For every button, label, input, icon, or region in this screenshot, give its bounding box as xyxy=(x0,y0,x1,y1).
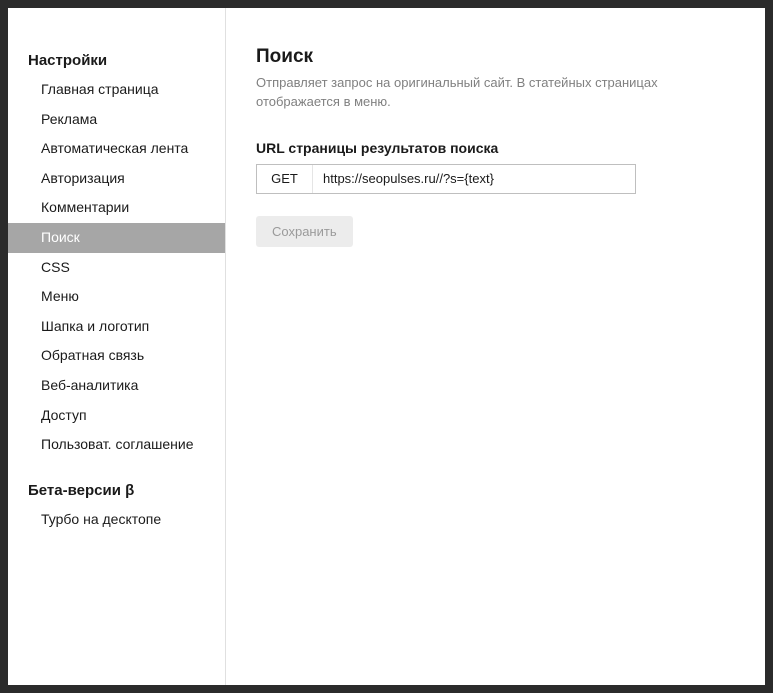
sidebar-item-feedback[interactable]: Обратная связь xyxy=(8,341,225,371)
sidebar-item-label: Доступ xyxy=(41,407,87,423)
sidebar-item-label: Шапка и логотип xyxy=(41,318,149,334)
sidebar-item-label: Обратная связь xyxy=(41,347,144,363)
sidebar-item-menu[interactable]: Меню xyxy=(8,282,225,312)
sidebar-section-title-settings: Настройки xyxy=(8,46,225,75)
sidebar-item-search[interactable]: Поиск xyxy=(8,223,225,253)
sidebar-item-label: Авторизация xyxy=(41,170,125,186)
page-subtitle: Отправляет запрос на оригинальный сайт. … xyxy=(256,74,737,112)
sidebar-item-label: Поиск xyxy=(41,229,80,245)
http-method-select[interactable]: GET xyxy=(257,165,313,193)
sidebar-item-header-logo[interactable]: Шапка и логотип xyxy=(8,312,225,342)
sidebar-section-title-beta: Бета-версии β xyxy=(8,476,225,505)
sidebar-item-analytics[interactable]: Веб-аналитика xyxy=(8,371,225,401)
sidebar-item-label: Веб-аналитика xyxy=(41,377,138,393)
sidebar-item-label: Автоматическая лента xyxy=(41,140,188,156)
sidebar-item-turbo-desktop[interactable]: Турбо на десктопе xyxy=(8,505,225,535)
url-field-label: URL страницы результатов поиска xyxy=(256,140,737,156)
sidebar-item-label: Главная страница xyxy=(41,81,159,97)
sidebar-item-user-agreement[interactable]: Пользоват. соглашение xyxy=(8,430,225,460)
sidebar-item-authorization[interactable]: Авторизация xyxy=(8,164,225,194)
page-title: Поиск xyxy=(256,46,737,68)
sidebar-item-comments[interactable]: Комментарии xyxy=(8,193,225,223)
sidebar-item-label: Реклама xyxy=(41,111,97,127)
sidebar: Настройки Главная страница Реклама Автом… xyxy=(8,8,226,685)
sidebar-item-label: CSS xyxy=(41,259,70,275)
url-input-row: GET xyxy=(256,164,636,194)
app-frame: Настройки Главная страница Реклама Автом… xyxy=(8,8,765,685)
url-input[interactable] xyxy=(313,165,635,193)
sidebar-item-autofeed[interactable]: Автоматическая лента xyxy=(8,134,225,164)
content-area: Поиск Отправляет запрос на оригинальный … xyxy=(226,8,765,685)
sidebar-item-label: Меню xyxy=(41,288,79,304)
sidebar-item-ads[interactable]: Реклама xyxy=(8,105,225,135)
sidebar-item-css[interactable]: CSS xyxy=(8,253,225,283)
sidebar-item-access[interactable]: Доступ xyxy=(8,401,225,431)
sidebar-item-label: Турбо на десктопе xyxy=(41,511,161,527)
sidebar-item-label: Комментарии xyxy=(41,199,129,215)
sidebar-item-label: Пользоват. соглашение xyxy=(41,436,194,452)
save-button[interactable]: Сохранить xyxy=(256,216,353,247)
sidebar-item-home[interactable]: Главная страница xyxy=(8,75,225,105)
